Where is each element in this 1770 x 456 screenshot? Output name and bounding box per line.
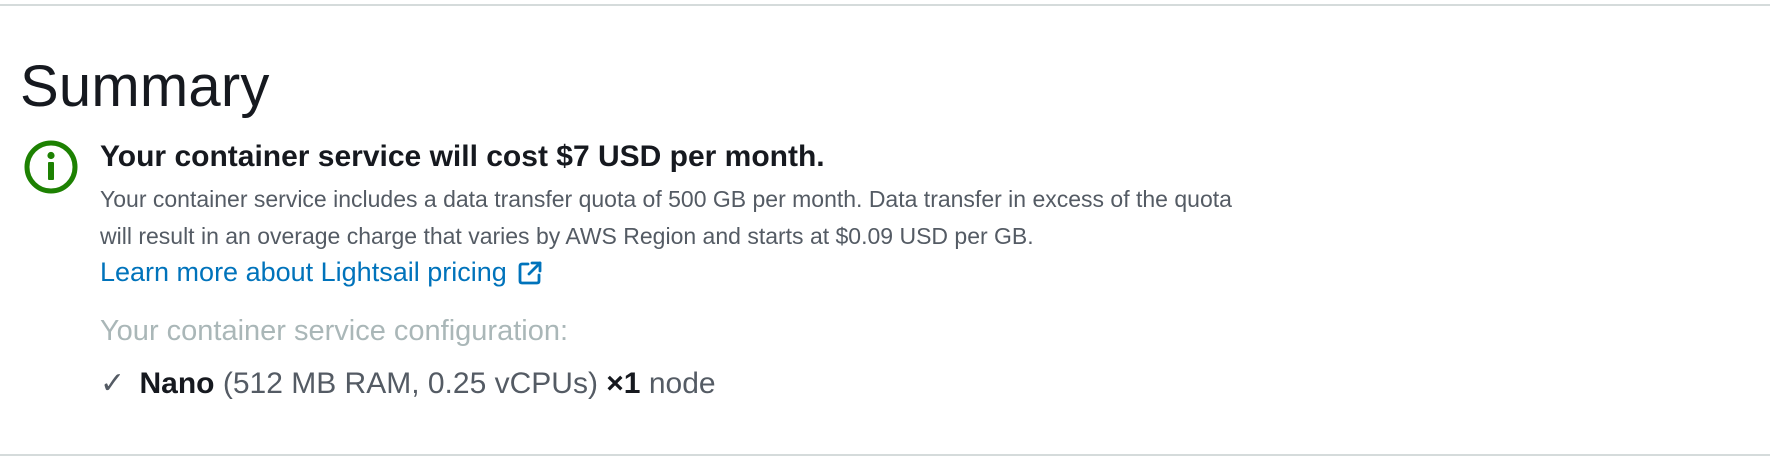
data-transfer-description: Your container service includes a data t… (100, 186, 1232, 249)
checkmark-icon: ✓ (100, 367, 126, 400)
cost-heading: Your container service will cost $7 USD … (100, 140, 825, 173)
config-summary-line: ✓ Nano (512 MB RAM, 0.25 vCPUs) ×1 node (100, 364, 716, 404)
plan-specs: (512 MB RAM, 0.25 vCPUs) (222, 367, 598, 400)
learn-more-pricing-link[interactable]: Learn more about Lightsail pricing (100, 254, 543, 290)
summary-section: Summary Your container service will cost… (0, 0, 1770, 456)
config-label: Your container service configuration: (100, 315, 569, 347)
external-link-icon (517, 259, 543, 285)
node-count: ×1 (606, 367, 641, 400)
info-circle-icon (22, 138, 80, 196)
learn-more-link-label: Learn more about Lightsail pricing (100, 257, 507, 287)
top-divider (0, 4, 1770, 6)
node-unit: node (648, 367, 716, 400)
page-title: Summary (20, 54, 270, 119)
plan-name: Nano (139, 367, 215, 400)
